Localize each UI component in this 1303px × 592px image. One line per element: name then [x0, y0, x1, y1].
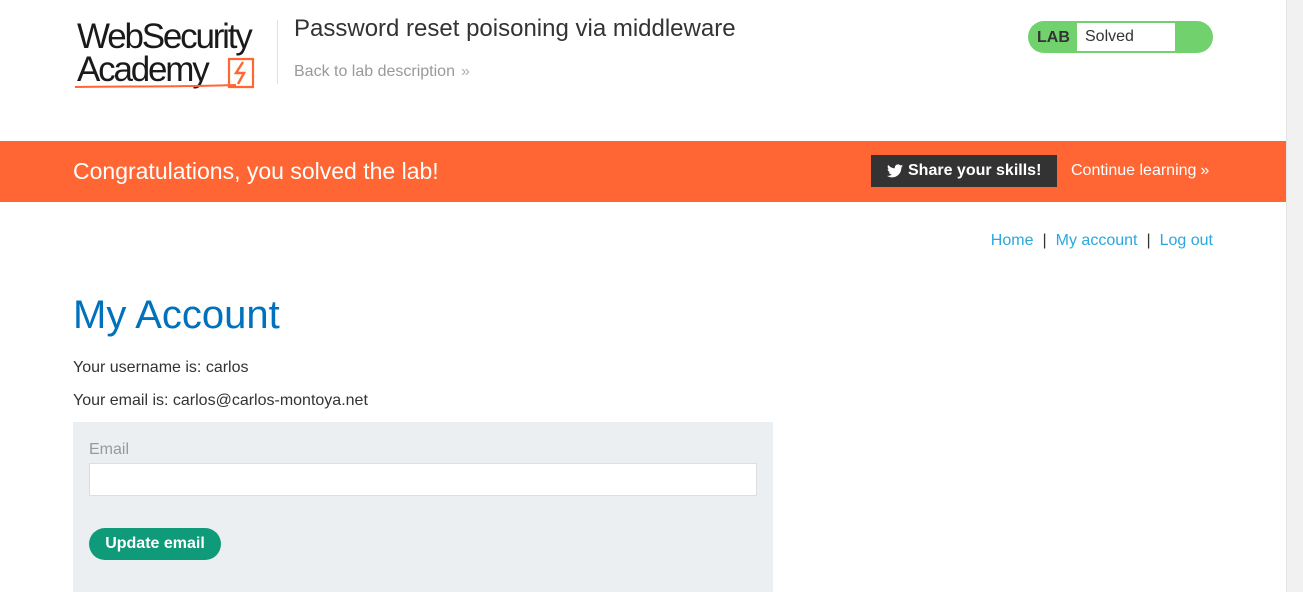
- email-field[interactable]: [89, 463, 757, 496]
- logo-text-line1: WebSecurity: [77, 17, 253, 56]
- logo-underline: [74, 84, 237, 88]
- lab-status-widget: LAB Solved: [1028, 21, 1213, 53]
- nav-separator: |: [1146, 232, 1151, 249]
- change-email-form: Email Update email: [73, 422, 773, 592]
- nav-my-account-link[interactable]: My account: [1056, 232, 1138, 249]
- continue-learning-label: Continue learning: [1071, 162, 1197, 179]
- lab-status-value: Solved: [1077, 23, 1175, 51]
- email-field-label: Email: [89, 441, 130, 458]
- web-security-academy-logo[interactable]: WebSecurity Academy: [72, 18, 277, 94]
- back-link-label: Back to lab description: [294, 63, 455, 80]
- email-info: Your email is: carlos@carlos-montoya.net: [73, 392, 368, 409]
- vertical-scrollbar[interactable]: [1286, 0, 1303, 592]
- share-your-skills-button[interactable]: Share your skills!: [871, 155, 1057, 187]
- nav-separator: |: [1042, 232, 1047, 249]
- lab-status-label: LAB: [1037, 29, 1070, 46]
- solved-banner: Congratulations, you solved the lab! Sha…: [0, 141, 1286, 202]
- congratulations-message: Congratulations, you solved the lab!: [73, 158, 439, 184]
- page-title: My Account: [73, 293, 280, 337]
- page: WebSecurity Academy Password reset poiso…: [0, 0, 1286, 592]
- nav-log-out-link[interactable]: Log out: [1160, 232, 1213, 249]
- header-divider: [277, 20, 278, 84]
- double-chevron-right-icon: »: [460, 63, 470, 80]
- nav-home-link[interactable]: Home: [991, 232, 1034, 249]
- back-to-lab-description-link[interactable]: Back to lab description »: [294, 63, 470, 81]
- top-nav: Home | My account | Log out: [991, 232, 1213, 250]
- username-info: Your username is: carlos: [73, 359, 249, 376]
- continue-learning-link[interactable]: Continue learning»: [1071, 162, 1209, 180]
- share-button-label: Share your skills!: [908, 162, 1042, 179]
- twitter-icon: [887, 164, 903, 178]
- double-chevron-right-icon: »: [1200, 162, 1210, 179]
- lab-title: Password reset poisoning via middleware: [294, 15, 736, 42]
- update-email-button[interactable]: Update email: [89, 528, 221, 560]
